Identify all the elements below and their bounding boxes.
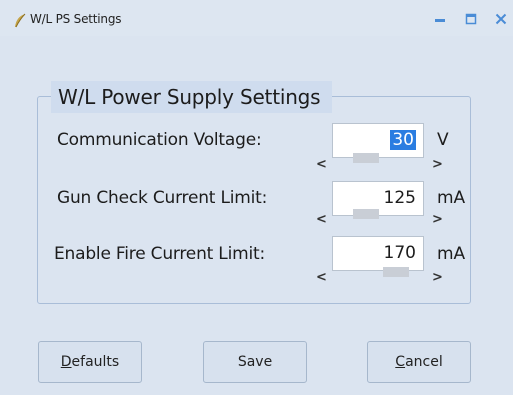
defaults-mnemonic: D (60, 354, 72, 370)
enable-fire-current-input[interactable]: 170 (332, 236, 424, 271)
gun-check-current-unit: mA (437, 188, 466, 208)
save-button[interactable]: Save (203, 341, 307, 383)
gun-check-current-decrement[interactable]: < (316, 212, 327, 227)
gun-check-current-label: Gun Check Current Limit: (57, 188, 268, 208)
communication-voltage-label: Communication Voltage: (57, 130, 262, 150)
enable-fire-current-decrement[interactable]: < (316, 270, 327, 285)
cancel-mnemonic: C (395, 354, 406, 370)
close-icon (495, 10, 507, 29)
window-title: W/L PS Settings (30, 12, 122, 26)
gun-check-current-slider-thumb[interactable] (353, 209, 379, 219)
group-title: W/L Power Supply Settings (51, 81, 333, 113)
cancel-button[interactable]: Cancel (367, 341, 471, 383)
communication-voltage-slider-thumb[interactable] (353, 153, 379, 163)
enable-fire-current-slider-thumb[interactable] (383, 267, 409, 277)
minimize-icon (434, 10, 446, 29)
communication-voltage-decrement[interactable]: < (316, 157, 327, 172)
gun-check-current-increment[interactable]: > (432, 212, 443, 227)
minimize-button[interactable] (426, 8, 454, 30)
communication-voltage-increment[interactable]: > (432, 157, 443, 172)
communication-voltage-unit: V (437, 130, 449, 150)
defaults-button[interactable]: Defaults (38, 341, 142, 383)
defaults-label: efaults (71, 354, 120, 370)
enable-fire-current-increment[interactable]: > (432, 270, 443, 285)
close-button[interactable] (487, 8, 513, 30)
maximize-button[interactable] (457, 8, 485, 30)
cancel-label: ancel (405, 354, 443, 370)
maximize-icon (465, 10, 477, 29)
settings-window: W/L PS Settings W/L Power Supply Setting… (0, 0, 513, 395)
title-bar[interactable]: W/L PS Settings (0, 0, 513, 36)
feather-icon (13, 13, 27, 28)
enable-fire-current-unit: mA (437, 244, 466, 264)
save-label: Save (237, 354, 273, 370)
enable-fire-current-label: Enable Fire Current Limit: (54, 244, 265, 264)
